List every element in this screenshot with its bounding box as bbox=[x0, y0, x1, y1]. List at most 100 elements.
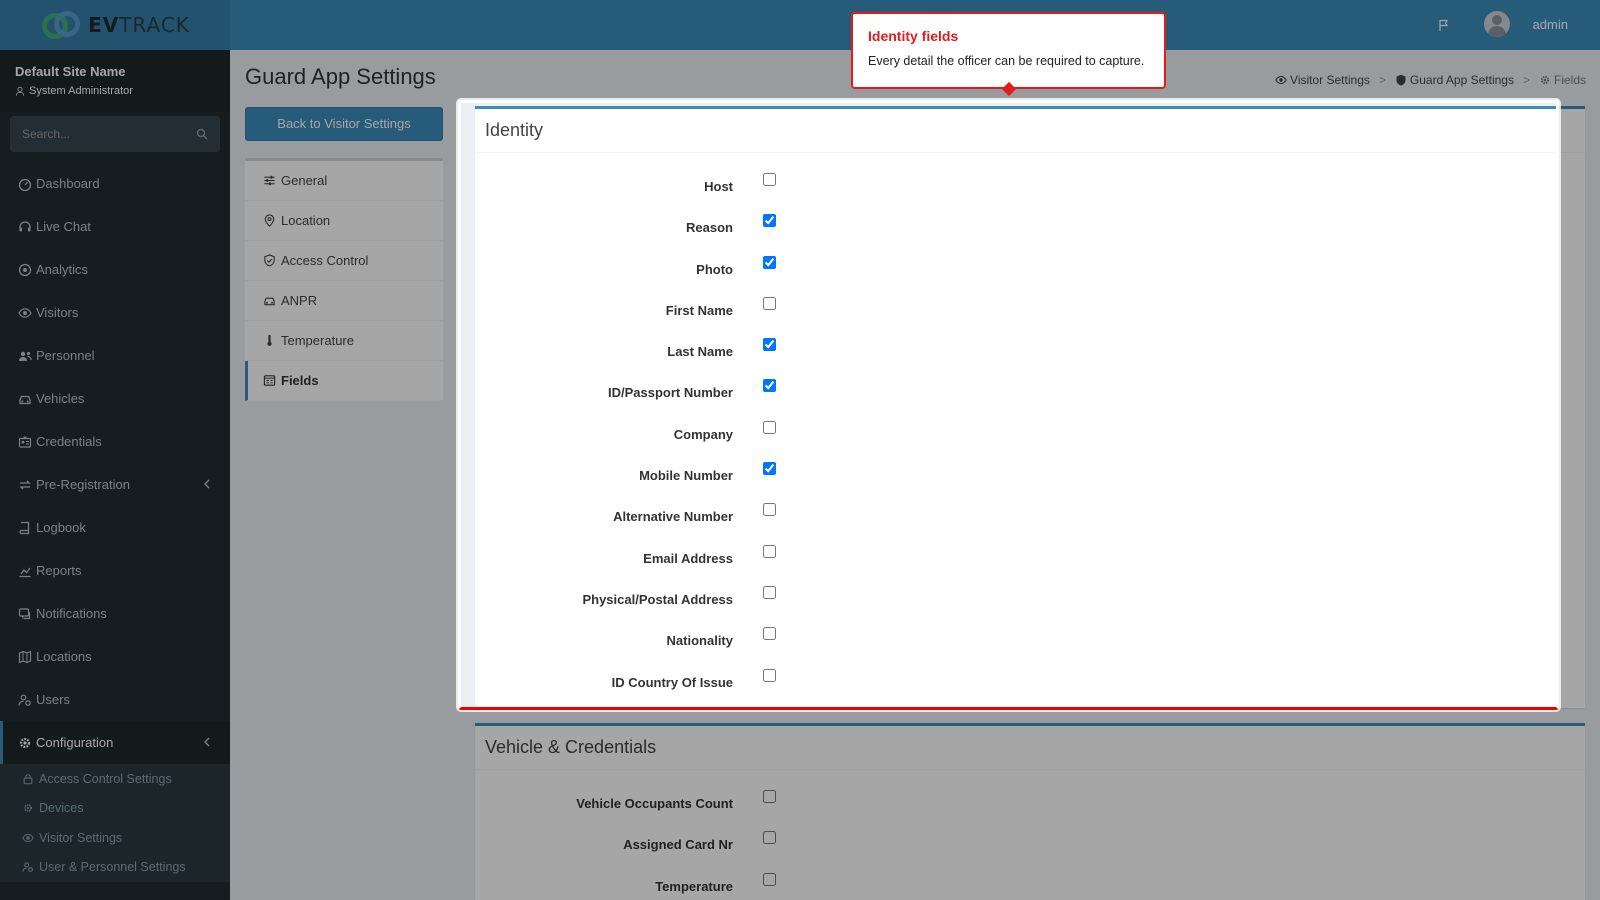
sidebar-item-label: Notifications bbox=[36, 606, 107, 621]
tooltip-title: Identity fields bbox=[868, 28, 959, 44]
assigned-card-nr-checkbox[interactable] bbox=[763, 831, 776, 845]
sidebar-menu: Dashboard Live Chat Analytics Visitors Perso… bbox=[0, 162, 230, 764]
field-label: Email Address bbox=[643, 550, 733, 566]
sidebar-item-visitors[interactable]: Visitors bbox=[0, 291, 230, 334]
breadcrumb-visitor-settings[interactable]: Visitor Settings bbox=[1275, 73, 1370, 87]
sidebar-item-credentials[interactable]: Credentials bbox=[0, 420, 230, 463]
sidebar-item-reports[interactable]: Reports bbox=[0, 549, 230, 592]
sliders-icon bbox=[264, 175, 275, 186]
map-pin-icon bbox=[264, 214, 275, 227]
last-name-checkbox[interactable] bbox=[763, 338, 776, 352]
users-icon bbox=[19, 351, 32, 361]
id-passport-number-checkbox[interactable] bbox=[763, 379, 776, 393]
identity-card: Identity Host Reason Photo First Name Last N… bbox=[475, 106, 1585, 708]
host-checkbox[interactable] bbox=[763, 173, 776, 186]
field-row-vehicle-occupants-count: Vehicle Occupants Count bbox=[475, 778, 1585, 819]
field-row-physical-postal-address: Physical/Postal Address bbox=[475, 574, 1585, 615]
chevron-left-icon bbox=[204, 737, 210, 747]
field-label: Nationality bbox=[666, 633, 733, 649]
chart-icon bbox=[19, 567, 31, 577]
physical-postal-address-checkbox[interactable] bbox=[763, 585, 776, 599]
field-row-temperature: Temperature bbox=[475, 861, 1585, 900]
brand-name: EVTRACK bbox=[88, 13, 190, 37]
submenu-item-devices[interactable]: Devices bbox=[0, 794, 230, 824]
nationality-checkbox[interactable] bbox=[763, 627, 776, 641]
email-address-checkbox[interactable] bbox=[763, 544, 776, 558]
settings-nav-access-control[interactable]: Access Control bbox=[245, 241, 443, 281]
chevron-left-icon bbox=[204, 479, 210, 489]
sidebar-item-label: Configuration bbox=[36, 735, 114, 750]
field-label: Vehicle Occupants Count bbox=[576, 796, 733, 811]
sidebar-item-pre-registration[interactable]: Pre-Registration bbox=[0, 463, 230, 506]
field-label: Last Name bbox=[667, 344, 733, 360]
sidebar-item-notifications[interactable]: Notifications bbox=[0, 592, 230, 635]
search-input[interactable] bbox=[22, 127, 196, 141]
submenu-item-visitor-settings[interactable]: Visitor Settings bbox=[0, 823, 230, 853]
sidebar-item-label: Locations bbox=[36, 649, 92, 664]
settings-nav-label: ANPR bbox=[281, 293, 318, 308]
field-label: Assigned Card Nr bbox=[623, 837, 733, 853]
flag-icon[interactable] bbox=[1438, 19, 1450, 31]
sidebar-item-analytics[interactable]: Analytics bbox=[0, 248, 230, 291]
settings-nav-location[interactable]: Location bbox=[245, 201, 443, 241]
username-label[interactable]: admin bbox=[1533, 17, 1568, 32]
eye-icon bbox=[1275, 75, 1287, 85]
id-country-of-issue-checkbox[interactable] bbox=[763, 668, 776, 682]
settings-nav-general[interactable]: General bbox=[245, 161, 443, 201]
company-checkbox[interactable] bbox=[763, 420, 776, 434]
field-row-host: Host bbox=[475, 161, 1585, 202]
sidebar-item-live-chat[interactable]: Live Chat bbox=[0, 205, 230, 248]
submenu-item-access-control-settings[interactable]: Access Control Settings bbox=[0, 764, 230, 794]
alternative-number-checkbox[interactable] bbox=[763, 503, 776, 517]
user-avatar[interactable] bbox=[1484, 11, 1510, 37]
sidebar-item-dashboard[interactable]: Dashboard bbox=[0, 162, 230, 205]
search-icon[interactable] bbox=[196, 128, 208, 140]
field-row-id-country-of-issue: ID Country Of Issue bbox=[475, 657, 1585, 698]
field-row-mobile-number: Mobile Number bbox=[475, 450, 1585, 491]
field-label: Photo bbox=[696, 261, 733, 277]
field-label: Company bbox=[673, 426, 733, 442]
sidebar-item-logbook[interactable]: Logbook bbox=[0, 506, 230, 549]
back-to-visitor-settings-button[interactable]: Back to Visitor Settings bbox=[245, 107, 443, 141]
field-row-company: Company bbox=[475, 409, 1585, 450]
exchange-icon bbox=[19, 480, 31, 489]
settings-nav-label: Location bbox=[281, 213, 331, 228]
field-row-assigned-card-nr: Assigned Card Nr bbox=[475, 819, 1585, 860]
sidebar-item-personnel[interactable]: Personnel bbox=[0, 334, 230, 377]
field-label: Physical/Postal Address bbox=[582, 591, 733, 607]
tour-tooltip: Identity fields Every detail the officer… bbox=[851, 12, 1166, 97]
temperature-checkbox[interactable] bbox=[763, 872, 776, 886]
submenu-item-user-personnel-settings[interactable]: User & Personnel Settings bbox=[0, 853, 230, 883]
settings-nav: General Location Access Control ANPR Tempera… bbox=[245, 158, 443, 401]
breadcrumb-fields: Fields bbox=[1539, 73, 1586, 87]
sidebar-item-vehicles[interactable]: Vehicles bbox=[0, 377, 230, 420]
mobile-number-checkbox[interactable] bbox=[763, 462, 776, 476]
field-row-alternative-number: Alternative Number bbox=[475, 491, 1585, 532]
breadcrumb-guard-app-settings[interactable]: Guard App Settings bbox=[1395, 73, 1514, 87]
settings-nav-anpr[interactable]: ANPR bbox=[245, 281, 443, 321]
field-label: Reason bbox=[686, 220, 733, 236]
settings-nav-fields[interactable]: Fields bbox=[245, 361, 443, 401]
settings-nav-temperature[interactable]: Temperature bbox=[245, 321, 443, 361]
eye-icon bbox=[22, 833, 34, 842]
reason-checkbox[interactable] bbox=[763, 214, 776, 228]
field-row-id-passport-number: ID/Passport Number bbox=[475, 367, 1585, 408]
sidebar-item-label: Dashboard bbox=[36, 176, 100, 191]
sidebar: EVTRACK Default Site Name System Adminis… bbox=[0, 0, 230, 900]
submenu-item-label: Access Control Settings bbox=[39, 771, 172, 786]
sidebar-item-configuration[interactable]: Configuration bbox=[0, 721, 230, 764]
user-role: System Administrator bbox=[15, 85, 215, 97]
vehicle-credentials-card: Vehicle & Credentials Vehicle Occupants … bbox=[475, 723, 1585, 900]
shield-icon bbox=[1396, 74, 1406, 86]
sidebar-item-locations[interactable]: Locations bbox=[0, 635, 230, 678]
sidebar-item-label: Live Chat bbox=[36, 219, 91, 234]
sidebar-item-label: Logbook bbox=[36, 520, 86, 535]
brand-logo[interactable]: EVTRACK bbox=[0, 0, 230, 50]
photo-checkbox[interactable] bbox=[763, 255, 776, 269]
vehicle-occupants-count-checkbox[interactable] bbox=[763, 790, 776, 803]
chat-icon bbox=[18, 607, 31, 619]
first-name-checkbox[interactable] bbox=[763, 296, 776, 310]
gear-icon bbox=[19, 737, 31, 748]
sidebar-search bbox=[10, 116, 220, 152]
sidebar-item-users[interactable]: Users bbox=[0, 678, 230, 721]
